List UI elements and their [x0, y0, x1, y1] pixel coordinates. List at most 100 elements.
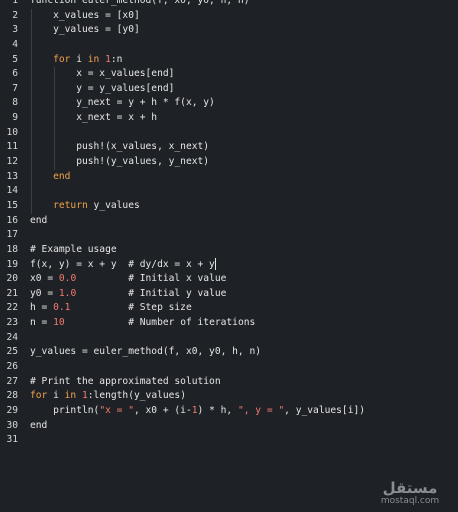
- string-token: ", y = ": [237, 404, 285, 416]
- code-line[interactable]: 20 x0 = 0.0 # Initial x value: [0, 272, 458, 287]
- code-line[interactable]: 7 y = y_values[end]: [0, 82, 458, 97]
- code-token: y_next = y + h * f(x, y): [30, 97, 215, 109]
- code-line[interactable]: 11 push!(x_values, x_next): [0, 140, 458, 155]
- indent-guide: [54, 67, 55, 170]
- code-token: y_values = euler_method(f, x0, y0, h, n): [30, 346, 262, 358]
- code-token: :n: [110, 53, 123, 65]
- code-line[interactable]: 8 y_next = y + h * f(x, y): [0, 96, 458, 111]
- code-text: y_next = y + h * f(x, y): [30, 97, 215, 108]
- line-number: 11: [6, 141, 18, 153]
- code-line[interactable]: 18 # Example usage: [0, 243, 458, 258]
- code-token: push!(x_values, x_next): [30, 141, 210, 153]
- code-text: y = y_values[end]: [30, 83, 174, 94]
- code-token: h =: [30, 302, 54, 314]
- code-line[interactable]: 10: [0, 126, 458, 141]
- line-number: 4: [12, 38, 18, 50]
- code-line[interactable]: 24: [0, 331, 458, 346]
- code-line[interactable]: 23 n = 10 # Number of iterations: [0, 316, 458, 331]
- code-token: i: [70, 53, 88, 65]
- number-token: 1.0: [58, 287, 77, 299]
- code-line[interactable]: 22 h = 0.1 # Step size: [0, 301, 458, 316]
- code-token: # Initial y value: [76, 287, 227, 299]
- line-number: 9: [12, 112, 18, 124]
- code-token: function euler_method(f, x0, y0, h, n): [30, 0, 250, 6]
- code-text: end: [30, 171, 70, 182]
- code-line[interactable]: 15 return y_values: [0, 199, 458, 214]
- line-number: 7: [12, 82, 18, 94]
- code-line[interactable]: 2 x_values = [x0]: [0, 9, 458, 24]
- keyword-token: for: [53, 53, 71, 65]
- code-token: n =: [30, 317, 54, 329]
- string-token: "x = ": [99, 404, 134, 416]
- code-line[interactable]: 12 push!(y_values, y_next): [0, 155, 458, 170]
- code-text: h = 0.1 # Step size: [30, 302, 192, 313]
- line-number: 30: [6, 419, 18, 431]
- line-number: 5: [12, 53, 18, 65]
- code-token: end: [30, 419, 48, 431]
- code-line[interactable]: 17: [0, 228, 458, 243]
- code-token: , x0 + (i-: [133, 404, 192, 416]
- code-text: # Example usage: [30, 244, 117, 255]
- line-number: 8: [12, 97, 18, 109]
- watermark-arabic: مستقل: [382, 479, 438, 497]
- code-line[interactable]: 16 end: [0, 214, 458, 229]
- indent-guide: [31, 8, 32, 214]
- code-editor[interactable]: 1 function euler_method(f, x0, y0, h, n) 2…: [0, 0, 458, 448]
- code-line[interactable]: 25 y_values = euler_method(f, x0, y0, h, …: [0, 345, 458, 360]
- code-line[interactable]: 19 f(x, y) = x + y # dy/dx = x + y: [0, 257, 458, 273]
- code-token: :length(y_values): [87, 390, 186, 402]
- line-number: 23: [6, 317, 18, 329]
- line-number: 13: [6, 170, 18, 182]
- line-number: 31: [6, 434, 18, 446]
- code-token: # Example usage: [30, 243, 117, 255]
- keyword-token: for: [30, 390, 48, 402]
- line-number: 19: [6, 258, 18, 270]
- line-number: 16: [6, 214, 18, 226]
- line-number: 14: [6, 185, 18, 197]
- code-line[interactable]: 1 function euler_method(f, x0, y0, h, n): [0, 0, 458, 9]
- line-number: 29: [6, 404, 18, 416]
- line-number: 3: [12, 24, 18, 36]
- code-token: # Initial x value: [76, 273, 227, 285]
- code-token: println(: [30, 404, 100, 416]
- code-token: f(x, y) = x + y # dy/dx = x + y: [30, 258, 215, 270]
- line-number: 21: [6, 287, 18, 299]
- code-token: push!(y_values, y_next): [30, 156, 210, 168]
- code-line[interactable]: 30 end: [0, 419, 458, 434]
- line-number: 22: [6, 302, 18, 314]
- code-line[interactable]: 27 # Print the approximated solution: [0, 375, 458, 390]
- code-text: for i in 1:n: [30, 54, 122, 65]
- code-text: end: [30, 215, 47, 226]
- code-token: i: [47, 390, 65, 402]
- code-line[interactable]: 31: [0, 433, 458, 448]
- code-line[interactable]: 21 y0 = 1.0 # Initial y value: [0, 287, 458, 302]
- keyword-token: return: [53, 199, 88, 211]
- line-number: 18: [6, 243, 18, 255]
- code-line[interactable]: 26: [0, 360, 458, 375]
- line-number: 2: [12, 9, 18, 21]
- code-text: y_values = euler_method(f, x0, y0, h, n): [30, 346, 261, 357]
- code-text: return y_values: [30, 200, 140, 211]
- code-text: f(x, y) = x + y # dy/dx = x + y: [30, 259, 215, 270]
- code-text: function euler_method(f, x0, y0, h, n): [30, 0, 250, 6]
- keyword-token: in: [87, 53, 100, 65]
- code-text: end: [30, 420, 47, 431]
- code-line[interactable]: 6 x = x_values[end]: [0, 67, 458, 82]
- code-line[interactable]: 28 for i in 1:length(y_values): [0, 389, 458, 404]
- line-number: 20: [6, 273, 18, 285]
- code-line[interactable]: 14: [0, 184, 458, 199]
- code-text: y_values = [y0]: [30, 24, 140, 35]
- code-line[interactable]: 5 for i in 1:n: [0, 53, 458, 68]
- code-text: x_values = [x0]: [30, 10, 140, 21]
- code-token: x0 =: [30, 273, 59, 285]
- code-line[interactable]: 4: [0, 38, 458, 53]
- code-token: end: [30, 214, 48, 226]
- code-line[interactable]: 29 println("x = ", x0 + (i-1) * h, ", y …: [0, 404, 458, 419]
- code-token: y = y_values[end]: [30, 82, 175, 94]
- code-line[interactable]: 9 x_next = x + h: [0, 111, 458, 126]
- code-line[interactable]: 13 end: [0, 170, 458, 185]
- code-token: # Print the approximated solution: [30, 375, 221, 387]
- code-text: push!(x_values, x_next): [30, 141, 209, 152]
- code-line[interactable]: 3 y_values = [y0]: [0, 23, 458, 38]
